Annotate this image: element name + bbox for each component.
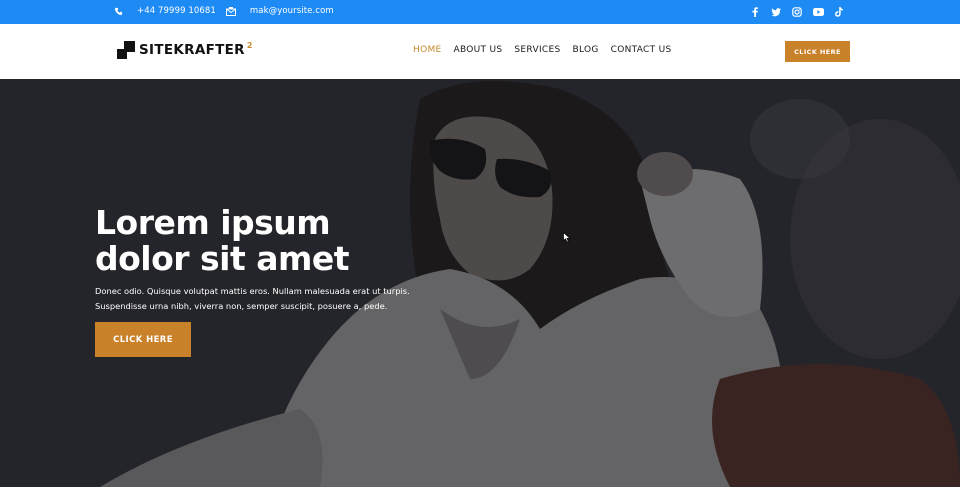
phone-number[interactable]: +44 79999 10681 (137, 6, 216, 16)
hero-title: Lorem ipsum dolor sit amet (95, 205, 415, 277)
hero-section: Lorem ipsum dolor sit amet Donec odio. Q… (0, 79, 960, 487)
hero-title-line-2: dolor sit amet (95, 239, 350, 278)
facebook-icon[interactable] (748, 5, 762, 19)
tiktok-icon[interactable] (832, 5, 846, 19)
social-links (741, 5, 846, 19)
site-logo[interactable]: SITEKRAFTER 2 (117, 41, 252, 59)
logo-superscript: 2 (246, 41, 253, 50)
email-icon (225, 6, 236, 16)
phone-contact[interactable]: +44 79999 10681 (114, 6, 216, 16)
youtube-icon[interactable] (811, 5, 825, 19)
site-header: SITEKRAFTER 2 HOME ABOUT US SERVICES BLO… (0, 24, 960, 79)
hero-desc-line-1: Donec odio. Quisque volutpat mattis eros… (95, 286, 410, 296)
logo-mark-icon (117, 41, 135, 59)
instagram-icon[interactable] (790, 5, 804, 19)
contact-info: +44 79999 10681 mak@yoursite.com (114, 6, 344, 16)
hero-title-line-1: Lorem ipsum (95, 203, 331, 242)
nav-home[interactable]: HOME (413, 45, 442, 55)
hero-cta-button[interactable]: CLICK HERE (95, 322, 191, 357)
main-nav: HOME ABOUT US SERVICES BLOG CONTACT US (413, 45, 683, 55)
nav-blog[interactable]: BLOG (572, 45, 598, 55)
logo-text: SITEKRAFTER (139, 42, 245, 58)
nav-about-us[interactable]: ABOUT US (454, 45, 503, 55)
phone-icon (114, 7, 123, 15)
mouse-cursor-icon (563, 232, 571, 243)
hero-description: Donec odio. Quisque volutpat mattis eros… (95, 284, 415, 314)
top-contact-bar: +44 79999 10681 mak@yoursite.com (0, 0, 960, 24)
hero-dark-overlay (0, 79, 960, 487)
nav-services[interactable]: SERVICES (514, 45, 560, 55)
twitter-icon[interactable] (769, 5, 783, 19)
nav-contact-us[interactable]: CONTACT US (611, 45, 672, 55)
email-contact[interactable]: mak@yoursite.com (225, 6, 334, 16)
email-address[interactable]: mak@yoursite.com (250, 6, 334, 16)
header-cta-button[interactable]: CLICK HERE (785, 41, 850, 62)
hero-desc-line-2: Suspendisse urna nibh, viverra non, semp… (95, 301, 388, 311)
